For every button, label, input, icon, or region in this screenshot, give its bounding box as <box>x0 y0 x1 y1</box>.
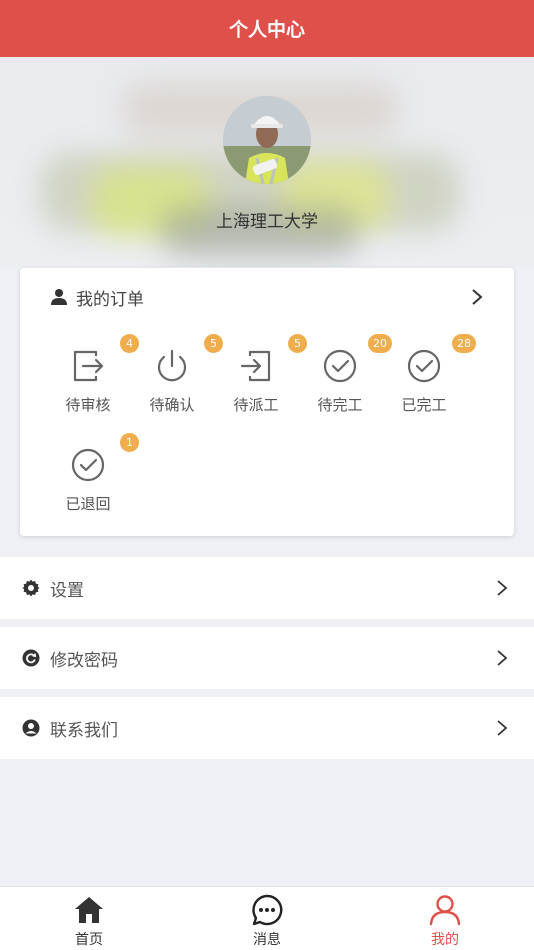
bottom-tab-bar: 首页 消息 我的 <box>0 886 534 950</box>
menu-item-settings[interactable]: 设置 <box>0 557 534 619</box>
username: 上海理工大学 <box>216 212 318 232</box>
menu-item-label: 联系我们 <box>50 720 118 741</box>
gear-icon <box>22 579 40 597</box>
count-badge: 28 <box>452 334 476 353</box>
orders-card: 我的订单 4 待审核 5 待确认 5 待派工 20 待完工 28 已完工 1 已… <box>20 268 514 536</box>
tab-label: 消息 <box>253 932 281 948</box>
power-icon <box>157 349 187 382</box>
check-circle-icon <box>71 448 105 482</box>
order-status-completed[interactable]: 28 已完工 <box>384 334 476 432</box>
chevron-right-icon <box>497 650 508 666</box>
order-status-pending-complete[interactable]: 20 待完工 <box>300 334 392 432</box>
enter-square-icon <box>240 350 271 382</box>
app-header: 个人中心 <box>0 0 534 57</box>
order-status-pending-confirm[interactable]: 5 待确认 <box>132 334 223 432</box>
orders-title: 我的订单 <box>76 289 144 310</box>
check-circle-icon <box>323 349 357 383</box>
user-circle-icon <box>22 719 40 737</box>
page-title: 个人中心 <box>228 19 305 41</box>
order-status-label: 待派工 <box>233 396 279 414</box>
tab-label: 首页 <box>75 932 103 948</box>
tab-messages[interactable]: 消息 <box>207 887 327 950</box>
order-status-label: 待审核 <box>65 396 111 414</box>
menu-item-label: 设置 <box>50 580 84 601</box>
exit-square-icon <box>73 350 104 382</box>
menu-item-label: 修改密码 <box>50 650 118 671</box>
chevron-right-icon <box>497 580 508 596</box>
avatar[interactable] <box>223 96 311 184</box>
user-icon <box>51 289 67 305</box>
check-circle-icon <box>407 349 441 383</box>
order-status-pending-dispatch[interactable]: 5 待派工 <box>216 334 307 432</box>
orders-header[interactable]: 我的订单 <box>50 285 144 310</box>
count-badge: 1 <box>120 433 139 452</box>
order-status-returned[interactable]: 1 已退回 <box>48 433 139 531</box>
order-status-label: 待完工 <box>317 396 363 414</box>
tab-mine[interactable]: 我的 <box>385 887 505 950</box>
avatar-photo <box>223 96 311 184</box>
refresh-circle-icon <box>22 649 40 667</box>
chevron-right-icon[interactable] <box>470 288 484 306</box>
tab-home[interactable]: 首页 <box>29 887 149 950</box>
chevron-right-icon <box>497 720 508 736</box>
order-status-label: 已退回 <box>65 495 111 513</box>
profile-banner: 上海理工大学 <box>0 57 534 267</box>
menu-item-change-password[interactable]: 修改密码 <box>0 627 534 689</box>
menu-item-contact-us[interactable]: 联系我们 <box>0 697 534 759</box>
user-icon <box>429 895 461 926</box>
order-status-label: 待确认 <box>149 396 195 414</box>
chat-icon <box>252 894 283 926</box>
order-status-label: 已完工 <box>401 396 447 414</box>
home-icon <box>75 897 103 923</box>
order-status-pending-review[interactable]: 4 待审核 <box>48 334 139 432</box>
tab-label: 我的 <box>431 932 459 948</box>
